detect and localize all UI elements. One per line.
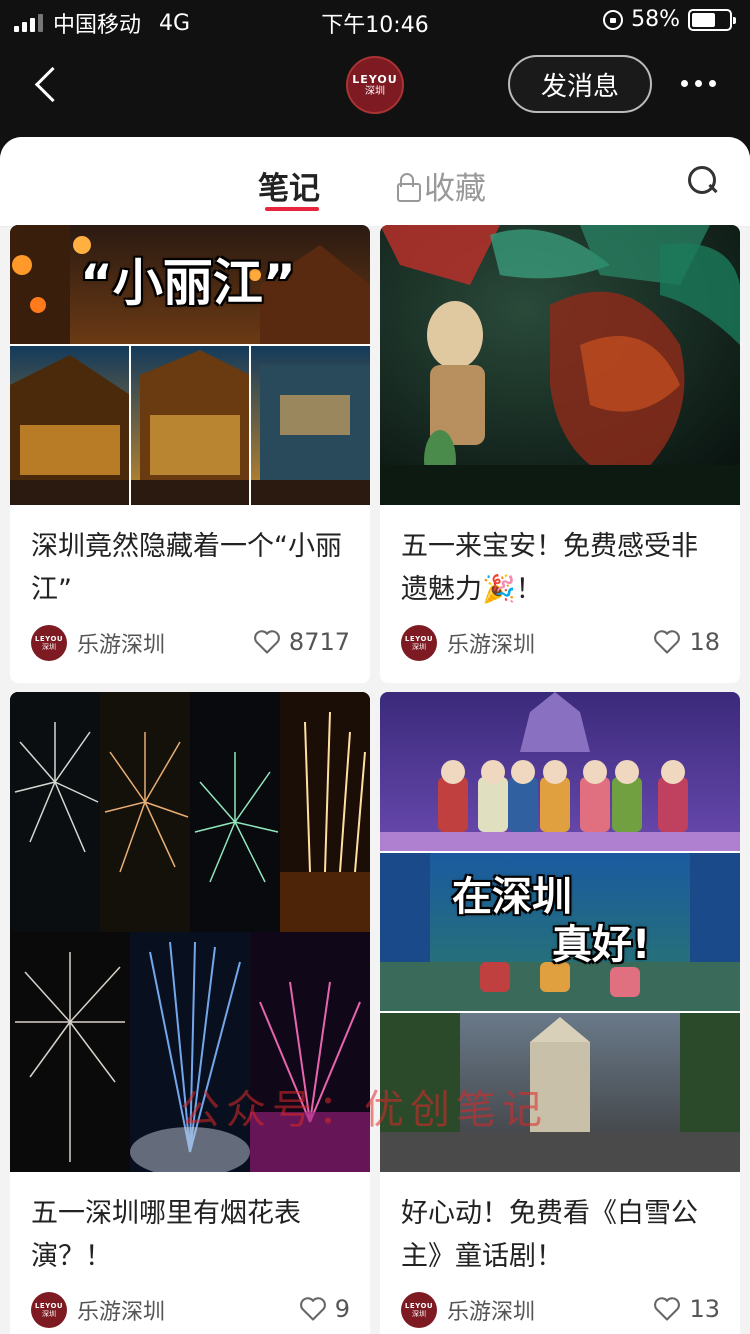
note-author: LEYOU 深圳 乐游深圳 [401,625,535,661]
note-title: 好心动！免费看《白雪公主》童话剧！ [401,1198,698,1272]
tab-bar: 笔记 收藏 [0,137,750,227]
note-title: 五一深圳哪里有烟花表演？！ [31,1198,301,1272]
note-author: LEYOU 深圳 乐游深圳 [401,1292,535,1328]
like-count[interactable]: 9 [299,1295,350,1323]
battery-percent: 58% [631,7,680,32]
note-cover-image [380,225,740,505]
rotation-lock-icon [603,9,624,30]
note-author: LEYOU 深圳 乐游深圳 [31,625,165,661]
watermark: 公众号：优创笔记 [180,1087,548,1133]
tab-favorites[interactable]: 收藏 [396,163,486,208]
author-name: 乐游深圳 [447,1300,536,1325]
note-title: 深圳竟然隐藏着一个“小丽江” [31,531,342,605]
author-avatar: LEYOU 深圳 [401,625,437,661]
heart-icon [654,630,681,654]
more-options-icon[interactable] [681,80,716,87]
top-nav: LEYOU 深圳 发消息 [0,40,750,140]
note-title: 五一来宝安！免费感受非遗魅力🎉！ [401,531,698,605]
author-name: 乐游深圳 [77,633,166,658]
like-count[interactable]: 13 [653,1295,720,1323]
heart-icon [253,630,280,654]
author-avatar: LEYOU 深圳 [401,1292,437,1328]
author-avatar: LEYOU 深圳 [31,625,67,661]
search-icon[interactable] [688,166,718,196]
like-number: 9 [334,1295,350,1323]
note-card[interactable]: 五一深圳哪里有烟花表演？！ LEYOU 深圳 乐游深圳 9 [10,692,370,1334]
tab-favorites-label: 收藏 [424,171,486,207]
note-card[interactable]: 在深圳 真好! 好心动！免费看《白雪公主》童话剧！ LEYOU 深圳 乐游深圳 … [380,692,740,1334]
like-number: 8717 [288,628,350,656]
heart-icon [299,1297,326,1321]
tab-notes[interactable]: 笔记 [258,163,320,208]
back-icon[interactable] [30,64,66,108]
active-tab-indicator [265,207,319,211]
note-cover-image: “小丽江” [10,225,370,505]
like-count[interactable]: 18 [653,628,720,656]
account-avatar[interactable]: LEYOU 深圳 [346,56,404,114]
lock-icon [396,172,421,202]
cover-caption: 真好! [552,922,651,968]
like-number: 18 [689,628,720,656]
heart-icon [654,1297,681,1321]
send-message-button[interactable]: 发消息 [508,55,652,113]
note-author: LEYOU 深圳 乐游深圳 [31,1292,165,1328]
battery-icon [688,8,736,31]
status-bar: 中国移动 4G 下午10:46 58% [0,0,750,40]
like-number: 13 [689,1295,720,1323]
cover-caption: “小丽江” [80,254,296,312]
author-name: 乐游深圳 [447,633,536,658]
author-name: 乐游深圳 [77,1300,166,1325]
content-sheet: 笔记 收藏 “小丽江” 深圳竟然隐藏着一个“小丽江” LEYOU 深圳 乐游深圳… [0,137,750,1334]
note-card[interactable]: 五一来宝安！免费感受非遗魅力🎉！ LEYOU 深圳 乐游深圳 18 [380,225,740,683]
author-avatar: LEYOU 深圳 [31,1292,67,1328]
note-card[interactable]: “小丽江” 深圳竟然隐藏着一个“小丽江” LEYOU 深圳 乐游深圳 8717 [10,225,370,683]
like-count[interactable]: 8717 [253,628,350,656]
